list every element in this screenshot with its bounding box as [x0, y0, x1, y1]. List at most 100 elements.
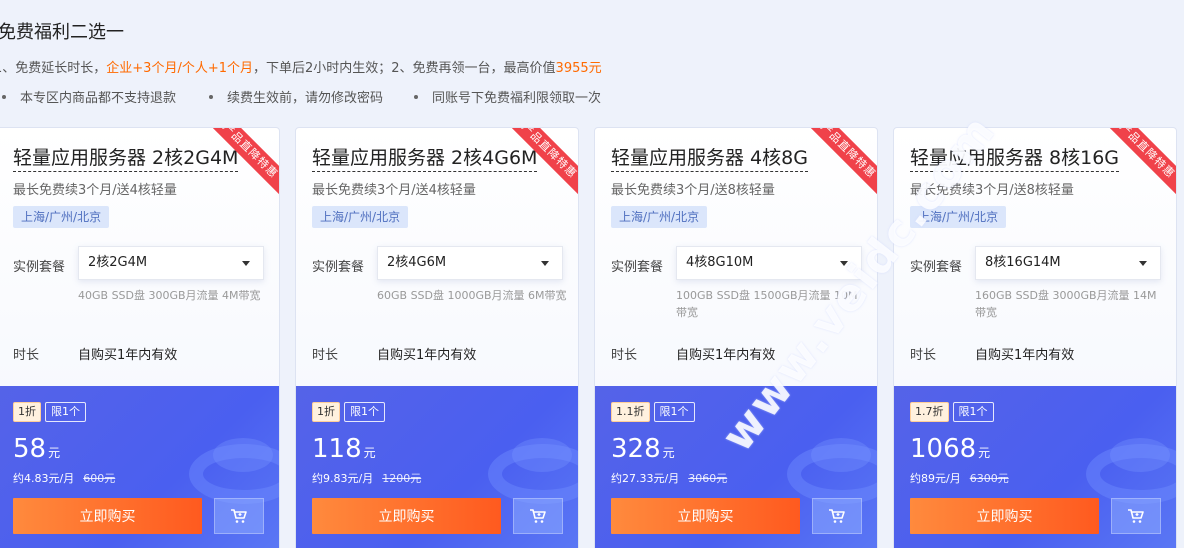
- monthly-price: 约27.33元/月 3060元: [611, 470, 727, 486]
- decoration-disc: [213, 438, 273, 472]
- badge-group: 1折 限1个: [13, 402, 86, 422]
- benefit-desc-value: 3955元: [555, 61, 602, 76]
- shopping-cart-icon: [829, 509, 845, 523]
- card-info: 轻量应用服务器 2核4G6M 最长免费续3个月/送4核轻量 上海/广州/北京 产…: [296, 128, 578, 386]
- instance-label: 实例套餐: [611, 260, 664, 275]
- notice-item: 续费生效前，请勿修改密码: [209, 87, 383, 106]
- region-tag: 上海/广州/北京: [910, 206, 1007, 228]
- discount-badge: 1.1折: [611, 402, 650, 422]
- product-card: 轻量应用服务器 2核2G4M 最长免费续3个月/送4核轻量 上海/广州/北京 产…: [0, 127, 280, 548]
- promo-ribbon-label: 产品直降特惠: [499, 128, 578, 201]
- monthly-price-value: 约9.83元/月: [312, 472, 374, 485]
- product-card: 轻量应用服务器 2核4G6M 最长免费续3个月/送4核轻量 上海/广州/北京 产…: [295, 127, 579, 548]
- price-panel: 1折 限1个 118 元 约9.83元/月 1200元 立即购买: [296, 386, 578, 548]
- duration-label: 时长: [910, 348, 937, 363]
- duration-label: 时长: [312, 348, 339, 363]
- monthly-price-value: 约27.33元/月: [611, 472, 680, 485]
- limit-badge: 限1个: [45, 402, 86, 422]
- plan-select[interactable]: 8核16G14M: [975, 246, 1161, 280]
- bullet-dot-icon: [209, 94, 214, 99]
- region-tag: 上海/广州/北京: [312, 206, 409, 228]
- price-value: 328: [611, 434, 661, 464]
- plan-select-value: 8核16G14M: [985, 255, 1061, 270]
- decoration-disc: [811, 438, 871, 472]
- shopping-cart-icon: [1128, 509, 1144, 523]
- limit-badge: 限1个: [952, 402, 994, 422]
- region-tag: 上海/广州/北京: [611, 206, 708, 228]
- product-title[interactable]: 轻量应用服务器 4核8G: [611, 146, 808, 172]
- notice-item: 同账号下免费福利限领取一次: [414, 87, 601, 106]
- card-info: 轻量应用服务器 4核8G 最长免费续3个月/送8核轻量 上海/广州/北京 产品直…: [595, 128, 877, 386]
- product-card: 轻量应用服务器 8核16G 最长免费续3个月/送8核轻量 上海/广州/北京 产品…: [893, 127, 1177, 548]
- product-title[interactable]: 轻量应用服务器 8核16G: [910, 146, 1120, 172]
- product-subtitle: 最长免费续3个月/送8核轻量: [910, 183, 1074, 198]
- monthly-price: 约89元/月 6300元: [910, 470, 1009, 486]
- chevron-down-icon: [541, 261, 549, 266]
- duration-value: 自购买1年内有效: [377, 348, 477, 363]
- chevron-down-icon: [1139, 261, 1147, 266]
- limit-badge: 限1个: [653, 402, 695, 422]
- discount-badge: 1折: [312, 402, 340, 422]
- benefit-description: 1、免费延长时长，企业+3个月/个人+1个月，下单后2小时内生效；2、免费再领一…: [0, 57, 602, 76]
- buy-now-button[interactable]: 立即购买: [312, 498, 501, 534]
- price-unit: 元: [662, 446, 675, 460]
- buy-now-button[interactable]: 立即购买: [611, 498, 800, 534]
- decoration-disc: [512, 438, 572, 472]
- original-price: 600元: [83, 472, 116, 485]
- shopping-cart-icon: [231, 509, 247, 523]
- price-panel: 1.7折 限1个 1068 元 约89元/月 6300元 立即购买: [894, 386, 1176, 548]
- price: 58 元: [13, 434, 60, 464]
- region-tag: 上海/广州/北京: [13, 206, 110, 228]
- limit-badge: 限1个: [344, 402, 385, 422]
- monthly-price: 约4.83元/月 600元: [13, 470, 115, 486]
- add-to-cart-button[interactable]: [214, 498, 264, 534]
- plan-select-value: 2核2G4M: [88, 255, 148, 270]
- card-info: 轻量应用服务器 2核2G4M 最长免费续3个月/送4核轻量 上海/广州/北京 产…: [0, 128, 279, 386]
- price-panel: 1折 限1个 58 元 约4.83元/月 600元 立即购买: [0, 386, 279, 548]
- add-to-cart-button[interactable]: [513, 498, 563, 534]
- add-to-cart-button[interactable]: [1111, 498, 1161, 534]
- buy-now-button[interactable]: 立即购买: [910, 498, 1099, 534]
- chevron-down-icon: [242, 261, 250, 266]
- price-panel: 1.1折 限1个 328 元 约27.33元/月 3060元 立即购买: [595, 386, 877, 548]
- plan-select[interactable]: 2核4G6M: [377, 246, 563, 280]
- price: 118 元: [312, 434, 376, 464]
- chevron-down-icon: [840, 261, 848, 266]
- price-value: 58: [13, 434, 47, 464]
- promo-ribbon-label: 产品直降特惠: [200, 128, 279, 201]
- price: 1068 元: [910, 434, 990, 464]
- monthly-price: 约9.83元/月 1200元: [312, 470, 421, 486]
- plan-select[interactable]: 4核8G10M: [676, 246, 862, 280]
- price: 328 元: [611, 434, 675, 464]
- badge-group: 1.1折 限1个: [611, 402, 695, 422]
- duration-value: 自购买1年内有效: [676, 348, 776, 363]
- decoration-disc: [1110, 438, 1170, 472]
- price-value: 1068: [910, 434, 977, 464]
- promo-ribbon: 产品直降特惠: [198, 128, 279, 209]
- plan-spec: 160GB SSD盘 3000GB月流量 14M带宽: [975, 289, 1157, 319]
- duration-value: 自购买1年内有效: [78, 348, 178, 363]
- notice-text: 同账号下免费福利限领取一次: [432, 91, 602, 106]
- plan-spec: 40GB SSD盘 300GB月流量 4M带宽: [78, 289, 261, 302]
- benefit-desc-prefix: 1、免费延长时长，: [0, 61, 107, 76]
- instance-label: 实例套餐: [910, 260, 963, 275]
- product-card: 轻量应用服务器 4核8G 最长免费续3个月/送8核轻量 上海/广州/北京 产品直…: [594, 127, 878, 548]
- add-to-cart-button[interactable]: [812, 498, 862, 534]
- promo-ribbon-label: 产品直降特惠: [798, 128, 877, 201]
- plan-select[interactable]: 2核2G4M: [78, 246, 264, 280]
- buy-now-button[interactable]: 立即购买: [13, 498, 202, 534]
- plan-spec: 60GB SSD盘 1000GB月流量 6M带宽: [377, 289, 567, 302]
- promo-ribbon: 产品直降特惠: [497, 128, 578, 209]
- badge-group: 1.7折 限1个: [910, 402, 994, 422]
- page-title: 免费福利二选一: [0, 22, 124, 43]
- duration-value: 自购买1年内有效: [975, 348, 1075, 363]
- notice-text: 续费生效前，请勿修改密码: [227, 91, 384, 106]
- product-subtitle: 最长免费续3个月/送4核轻量: [312, 183, 476, 198]
- promo-ribbon: 产品直降特惠: [1095, 128, 1176, 209]
- product-subtitle: 最长免费续3个月/送8核轻量: [611, 183, 775, 198]
- price-unit: 元: [978, 446, 991, 460]
- price-unit: 元: [48, 446, 61, 460]
- shopping-cart-icon: [530, 509, 546, 523]
- duration-label: 时长: [13, 348, 40, 363]
- discount-badge: 1折: [13, 402, 41, 422]
